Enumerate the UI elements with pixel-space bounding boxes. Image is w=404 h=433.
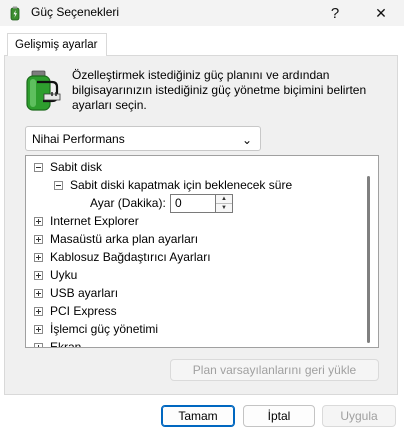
expand-icon[interactable] (34, 343, 43, 347)
battery-power-icon (10, 6, 20, 21)
expand-icon[interactable] (34, 235, 43, 244)
power-plan-dropdown[interactable]: Nihai Performans ⌄ (25, 126, 261, 151)
help-button[interactable]: ? (312, 0, 358, 26)
title-bar: Güç Seçenekleri ? ✕ (0, 0, 404, 26)
minutes-spinner[interactable]: ▲ ▼ (216, 194, 233, 213)
close-button[interactable]: ✕ (358, 0, 404, 26)
description-text: Özelleştirmek istediğiniz güç planını ve… (72, 68, 367, 112)
close-icon: ✕ (375, 4, 387, 21)
spin-down-icon[interactable]: ▼ (216, 204, 232, 213)
cancel-button[interactable]: İptal (243, 405, 315, 427)
battery-power-icon (26, 70, 61, 111)
expand-icon[interactable] (34, 253, 43, 262)
power-plan-value: Nihai Performans (32, 132, 125, 146)
spin-up-icon[interactable]: ▲ (216, 195, 232, 204)
apply-button[interactable]: Uygula (322, 405, 396, 427)
chevron-down-icon: ⌄ (241, 133, 252, 147)
expand-icon[interactable] (34, 271, 43, 280)
expand-icon[interactable] (34, 307, 43, 316)
expand-icon[interactable] (34, 217, 43, 226)
expand-icon[interactable] (34, 325, 43, 334)
expand-icon[interactable] (34, 289, 43, 298)
tab-advanced-settings[interactable]: Gelişmiş ayarlar (7, 33, 107, 56)
window-title: Güç Seçenekleri (31, 5, 120, 19)
ok-button[interactable]: Tamam (161, 405, 235, 427)
settings-tree[interactable]: Sabit disk Sabit diski kapatmak için bek… (25, 155, 379, 348)
collapse-icon[interactable] (34, 163, 43, 172)
tree-scrollbar[interactable] (367, 176, 370, 343)
restore-defaults-button[interactable]: Plan varsayılanlarını geri yükle (170, 359, 379, 381)
collapse-icon[interactable] (54, 181, 63, 190)
minutes-input[interactable]: 0 (170, 194, 216, 213)
help-icon: ? (330, 4, 340, 22)
